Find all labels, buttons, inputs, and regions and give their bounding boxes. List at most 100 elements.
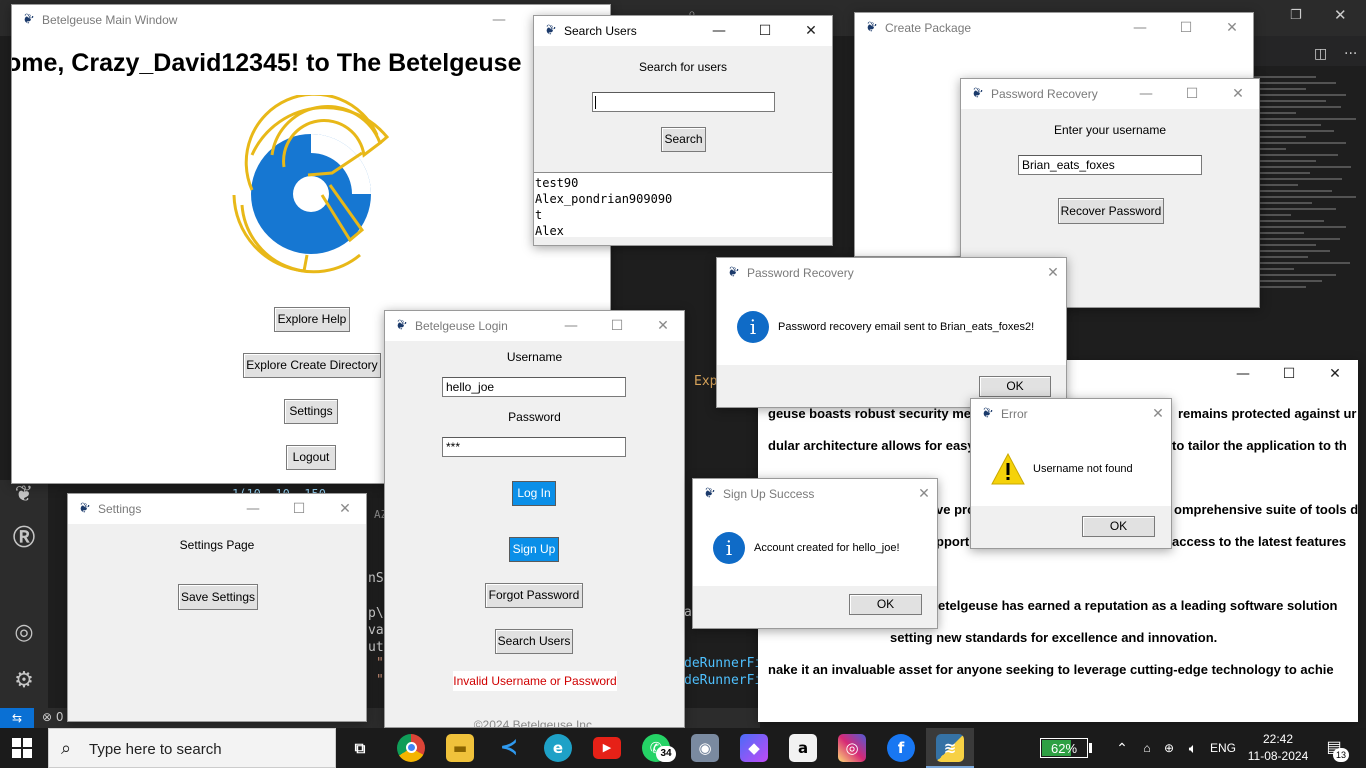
minimize-icon[interactable]: — [1123, 79, 1169, 109]
signup-message-text: Account created for hello_joe! [754, 542, 900, 554]
close-icon[interactable]: ✕ [1334, 6, 1347, 24]
help-text-line: nake it an invaluable asset for anyone s… [768, 662, 1334, 677]
close-icon[interactable]: ✕ [1312, 360, 1358, 388]
minimize-icon[interactable]: — [476, 5, 522, 35]
close-icon[interactable]: ✕ [640, 311, 684, 341]
close-icon[interactable]: ✕ [1135, 399, 1171, 429]
vscode-icon[interactable]: ≺ [495, 734, 523, 762]
clock-time: 22:42 [1262, 732, 1294, 746]
maximize-icon[interactable]: ☐ [1266, 360, 1312, 388]
help-text-line: etelgeuse has earned a reputation as a l… [938, 598, 1338, 613]
search-users-window: ❦ Search Users — ☐ ✕ Search for users Se… [533, 15, 833, 246]
close-icon[interactable]: ✕ [788, 16, 832, 46]
copilot-icon[interactable]: ◆ [740, 734, 768, 762]
close-icon[interactable]: ✕ [1209, 13, 1253, 43]
task-view-icon[interactable]: ⧉ [346, 734, 374, 762]
ok-button[interactable]: OK [849, 594, 922, 615]
message-footer: OK [971, 506, 1171, 548]
feather-icon: ❦ [978, 404, 995, 423]
search-users-button[interactable]: Search Users [495, 629, 573, 654]
windows-start-icon[interactable] [12, 738, 32, 758]
recover-password-button[interactable]: Recover Password [1058, 198, 1164, 224]
help-text-line: geuse boasts robust security mea [768, 406, 979, 421]
python-taskbar-button[interactable]: ≋ [926, 728, 974, 768]
ok-button[interactable]: OK [1082, 516, 1155, 537]
maximize-icon[interactable]: ☐ [276, 494, 322, 524]
minimize-icon[interactable]: — [1117, 13, 1163, 43]
file-explorer-icon[interactable]: ▬ [446, 734, 474, 762]
close-icon[interactable]: ✕ [1030, 258, 1066, 288]
r-icon[interactable]: Ⓡ [11, 526, 37, 552]
forgot-password-button[interactable]: Forgot Password [485, 583, 583, 608]
youtube-icon[interactable]: ▶ [593, 737, 621, 759]
battery-indicator[interactable]: 62% [1040, 738, 1088, 758]
taskbar-search-box[interactable]: ⌕ Type here to search [48, 728, 336, 768]
split-editor-icon[interactable]: ◫ [1314, 46, 1327, 62]
leaf-icon[interactable]: ❦ [11, 482, 37, 508]
error-count-icon[interactable]: ⊗ 0 [42, 710, 64, 724]
clock[interactable]: 22:42 11-08-2024 [1244, 731, 1312, 765]
feather-icon: ❦ [75, 499, 92, 518]
meet-icon[interactable]: ⌂ [1138, 728, 1156, 768]
recovery-title-bar: ❦ Password Recovery — ☐ ✕ [961, 79, 1259, 109]
password-input[interactable]: *** [442, 437, 626, 457]
instagram-icon[interactable]: ◎ [838, 734, 866, 762]
recovery-username-input[interactable]: Brian_eats_foxes [1018, 155, 1202, 175]
language-indicator[interactable]: ENG [1208, 728, 1238, 768]
search-button[interactable]: Search [661, 127, 706, 152]
restore-icon[interactable]: ❐ [1290, 8, 1302, 23]
chrome-icon[interactable] [397, 734, 425, 762]
list-item[interactable]: Alex [535, 223, 831, 239]
maximize-icon[interactable]: ☐ [594, 311, 640, 341]
help-text-line: dular architecture allows for easy [768, 438, 975, 453]
main-title-bar: ❦ Betelgeuse Main Window — [12, 5, 610, 35]
minimize-icon[interactable]: — [1220, 360, 1266, 388]
maximize-icon[interactable]: ☐ [742, 16, 788, 46]
window-title: Password Recovery [991, 87, 1098, 101]
search-results-list[interactable]: test90 Alex_pondrian909090 t Alex [534, 172, 832, 239]
maximize-icon[interactable]: ☐ [1163, 13, 1209, 43]
minimize-icon[interactable]: — [230, 494, 276, 524]
amazon-icon[interactable]: a [789, 734, 817, 762]
list-item[interactable]: t [535, 207, 831, 223]
search-input[interactable] [592, 92, 775, 112]
close-icon[interactable]: ✕ [1215, 79, 1259, 109]
login-button[interactable]: Log In [512, 481, 556, 506]
maximize-icon[interactable]: ☐ [1169, 79, 1215, 109]
minimize-icon[interactable]: — [548, 311, 594, 341]
settings-button[interactable]: Settings [284, 399, 338, 424]
search-prompt: Search for users [638, 60, 728, 74]
error-msg-title-bar: ❦ Error ✕ [971, 399, 1171, 429]
login-title-bar: ❦ Betelgeuse Login — ☐ ✕ [385, 311, 684, 341]
username-input[interactable]: hello_joe [442, 377, 626, 397]
explore-create-directory-button[interactable]: Explore Create Directory [243, 353, 381, 378]
close-icon[interactable]: ✕ [901, 479, 937, 509]
save-settings-button[interactable]: Save Settings [178, 584, 258, 610]
feather-icon: ❦ [862, 18, 879, 37]
facebook-icon[interactable]: f [887, 734, 915, 762]
settings-window: ❦ Settings — ☐ ✕ Settings Page Save Sett… [67, 493, 367, 722]
more-icon[interactable]: ··· [1344, 46, 1357, 62]
chevron-up-icon[interactable]: ⌃ [1114, 728, 1130, 768]
list-item[interactable]: Alex_pondrian909090 [535, 191, 831, 207]
signup-button[interactable]: Sign Up [509, 537, 559, 562]
ok-button[interactable]: OK [979, 376, 1051, 397]
clock-date: 11-08-2024 [1247, 749, 1309, 763]
error-message-text: Username not found [1033, 463, 1133, 475]
network-icon[interactable]: ⊕ [1160, 728, 1178, 768]
logout-button[interactable]: Logout [286, 445, 336, 470]
code-fragment: " [376, 673, 384, 688]
edge-icon[interactable]: e [544, 734, 572, 762]
list-item[interactable]: test90 [535, 175, 831, 191]
close-icon[interactable]: ✕ [322, 494, 366, 524]
explore-help-button[interactable]: Explore Help [274, 307, 350, 332]
account-icon[interactable]: ◎ [11, 620, 37, 646]
recovery-msg-title-bar: ❦ Password Recovery ✕ [717, 258, 1066, 288]
remote-indicator-icon[interactable]: ⇆ [0, 708, 34, 728]
gear-icon[interactable]: ⚙ [11, 668, 37, 694]
volume-icon[interactable]: 🔈︎ [1184, 728, 1202, 768]
signup-msg-title-bar: ❦ Sign Up Success ✕ [693, 479, 937, 509]
camera-icon[interactable]: ◉ [691, 734, 719, 762]
info-icon: i [737, 311, 769, 343]
minimize-icon[interactable]: — [696, 16, 742, 46]
